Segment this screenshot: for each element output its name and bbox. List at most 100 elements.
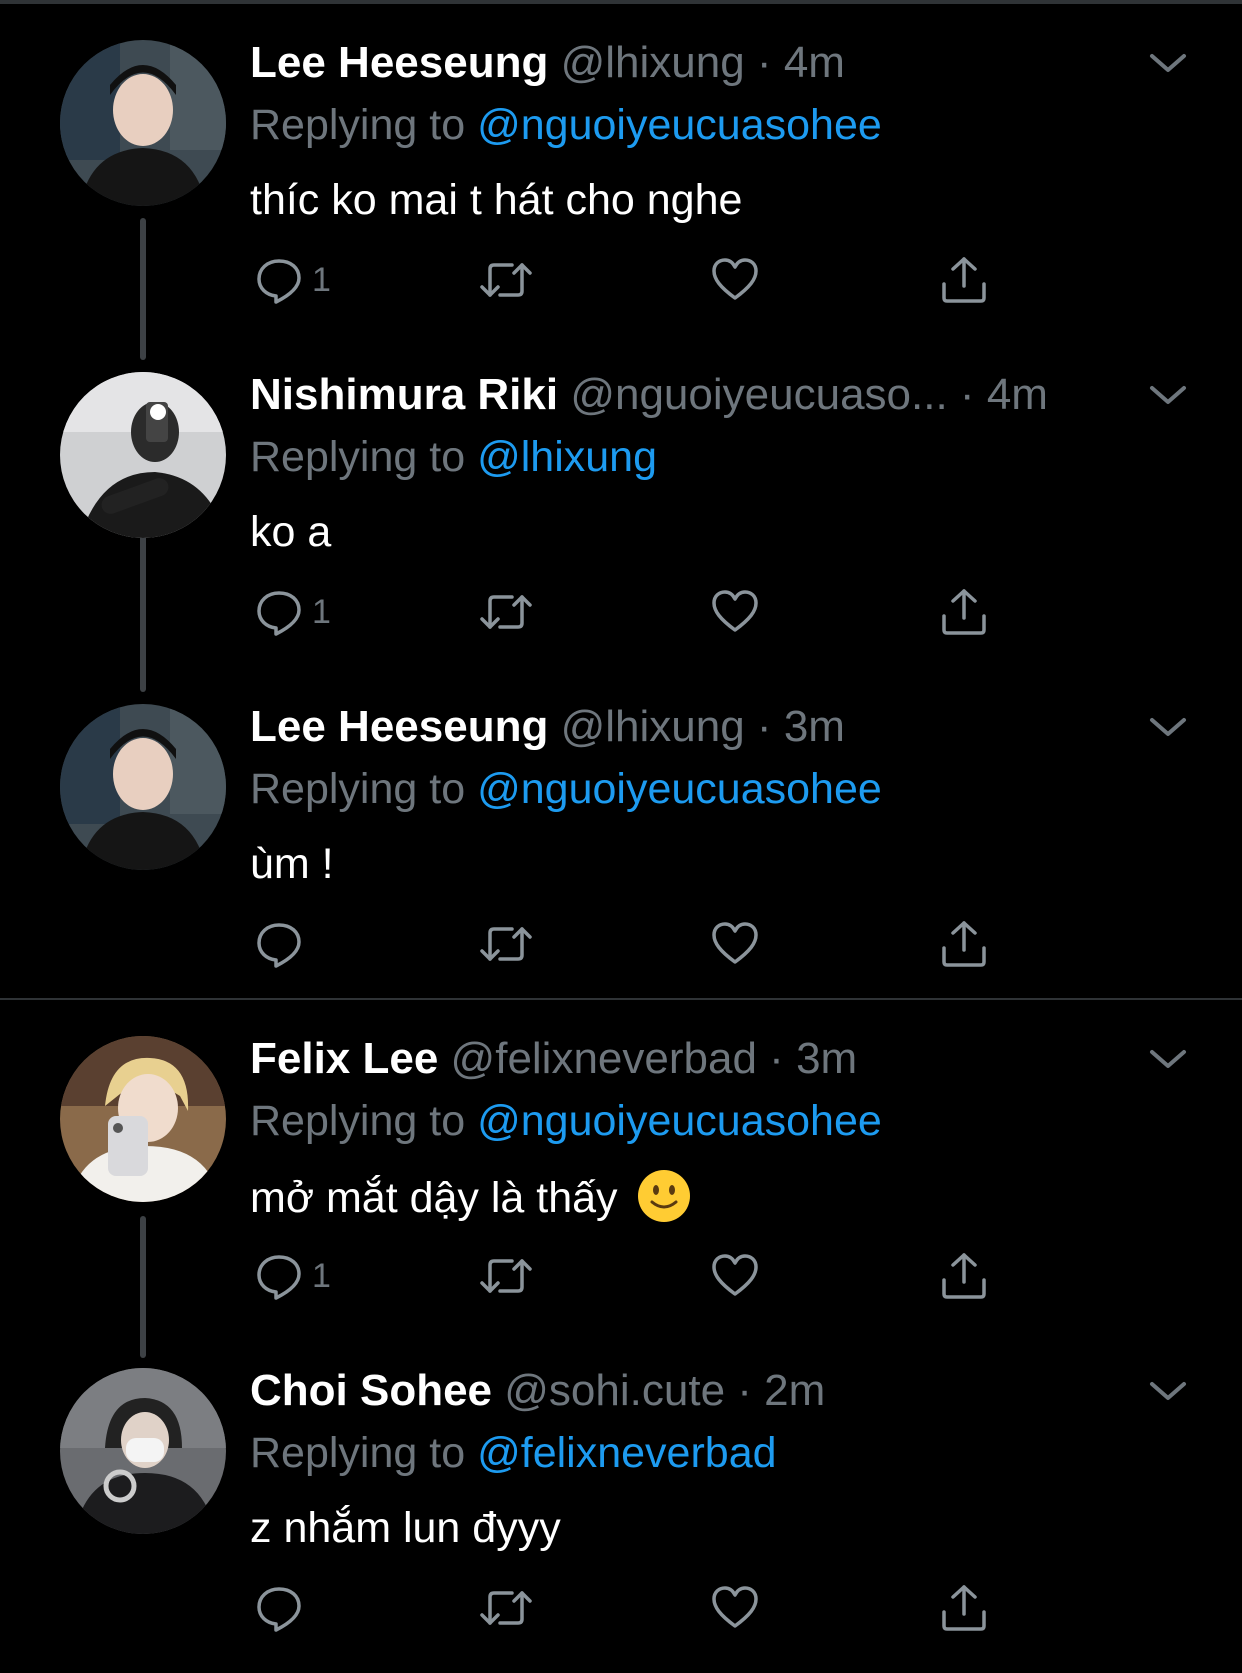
share-icon [938,586,990,638]
separator-dot: · [959,370,975,419]
user-handle[interactable]: @nguoiyeucuaso... [570,370,947,419]
like-button[interactable] [710,582,760,642]
like-button[interactable] [710,1578,760,1638]
timestamp[interactable]: 3m [796,1034,857,1083]
reply-count: 1 [312,260,331,299]
heart-icon [710,587,760,637]
tweet[interactable]: Nishimura Riki @nguoiyeucuaso... · 4m Re… [0,332,1242,664]
retweet-button[interactable] [478,1578,534,1638]
share-icon [938,1250,990,1302]
tweet-text: z nhắm lun đyyy [250,1504,561,1552]
mention-link[interactable]: @nguoiyeucuasohee [477,101,882,149]
tweet-text: thíc ko mai t hát cho nghe [250,176,743,224]
tweet-header: Nishimura Riki @nguoiyeucuaso... · 4m [250,369,1120,421]
chevron-down-icon[interactable] [1142,1038,1194,1078]
mention-link[interactable]: @nguoiyeucuasohee [477,765,882,813]
tweet-header: Choi Sohee @sohi.cute · 2m [250,1365,1120,1417]
share-button[interactable] [938,1246,990,1306]
tweet-actions [0,914,1242,974]
reply-icon [254,587,304,637]
user-handle[interactable]: @lhixung [561,702,745,751]
separator-dot: · [769,1034,784,1083]
display-name[interactable]: Felix Lee [250,1034,438,1083]
user-handle[interactable]: @felixneverbad [451,1034,757,1083]
mention-link[interactable]: @felixneverbad [477,1429,776,1477]
replying-to: Replying to @nguoiyeucuasohee [250,762,882,816]
display-name[interactable]: Lee Heeseung [250,702,548,751]
reply-count: 1 [312,1256,331,1295]
avatar[interactable] [60,1036,226,1202]
chevron-down-icon[interactable] [1142,1370,1194,1410]
timestamp[interactable]: 4m [987,370,1048,419]
tweet-text: ùm ! [250,840,334,888]
like-button[interactable] [710,914,760,974]
reply-button[interactable]: 1 [254,582,331,642]
user-handle[interactable]: @sohi.cute [504,1366,725,1415]
display-name[interactable]: Choi Sohee [250,1366,492,1415]
separator-dot: · [756,702,772,751]
replying-to: Replying to @nguoiyeucuasohee [250,98,882,152]
like-button[interactable] [710,1246,760,1306]
tweet-text: mở mắt dậy là thấy [250,1168,692,1224]
tweet-actions: 1 [0,582,1242,642]
tweet-header: Lee Heeseung @lhixung · 4m [250,37,1120,89]
retweet-icon [478,1251,534,1301]
mention-link[interactable]: @lhixung [477,433,657,481]
like-button[interactable] [710,250,760,310]
avatar[interactable] [60,40,226,206]
replying-prefix: Replying to [250,1097,466,1145]
reply-icon [254,919,304,969]
tweet[interactable]: Lee Heeseung @lhixung · 3m Replying to @… [0,664,1242,996]
separator-dot: · [756,38,772,87]
share-button[interactable] [938,914,990,974]
tweet[interactable]: Felix Lee @felixneverbad · 3m Replying t… [0,996,1242,1328]
slightly-smiling-face-icon [636,1168,692,1224]
share-button[interactable] [938,582,990,642]
display-name[interactable]: Nishimura Riki [250,370,558,419]
replying-prefix: Replying to [250,1429,466,1477]
share-button[interactable] [938,250,990,310]
reply-icon [254,1251,304,1301]
mention-link[interactable]: @nguoiyeucuasohee [477,1097,882,1145]
reply-icon [254,1583,304,1633]
display-name[interactable]: Lee Heeseung [250,38,548,87]
avatar[interactable] [60,1368,226,1534]
retweet-icon [478,1583,534,1633]
replying-prefix: Replying to [250,433,466,481]
tweet-actions [0,1578,1242,1638]
tweet-header: Lee Heeseung @lhixung · 3m [250,701,1120,753]
timestamp[interactable]: 4m [784,38,845,87]
avatar[interactable] [60,372,226,538]
reply-count: 1 [312,592,331,631]
heart-icon [710,1251,760,1301]
share-button[interactable] [938,1578,990,1638]
user-handle[interactable]: @lhixung [561,38,745,87]
chevron-down-icon[interactable] [1142,706,1194,746]
retweet-icon [478,587,534,637]
retweet-button[interactable] [478,1246,534,1306]
retweet-button[interactable] [478,914,534,974]
reply-button[interactable] [254,1578,312,1638]
replying-to: Replying to @felixneverbad [250,1426,777,1480]
avatar[interactable] [60,704,226,870]
retweet-icon [478,255,534,305]
chevron-down-icon[interactable] [1142,374,1194,414]
replying-to: Replying to @nguoiyeucuasohee [250,1094,882,1148]
replying-to: Replying to @lhixung [250,430,657,484]
reply-button[interactable]: 1 [254,250,331,310]
tweet[interactable]: Lee Heeseung @lhixung · 4m Replying to @… [0,0,1242,332]
share-icon [938,918,990,970]
reply-button[interactable]: 1 [254,1246,331,1306]
tweet-actions: 1 [0,1246,1242,1306]
replying-prefix: Replying to [250,101,466,149]
timestamp[interactable]: 2m [764,1366,825,1415]
retweet-button[interactable] [478,250,534,310]
reply-button[interactable] [254,914,312,974]
heart-icon [710,919,760,969]
tweet[interactable]: Choi Sohee @sohi.cute · 2m Replying to @… [0,1328,1242,1660]
timestamp[interactable]: 3m [784,702,845,751]
retweet-button[interactable] [478,582,534,642]
replying-prefix: Replying to [250,765,466,813]
tweet-header: Felix Lee @felixneverbad · 3m [250,1033,1120,1085]
chevron-down-icon[interactable] [1142,42,1194,82]
